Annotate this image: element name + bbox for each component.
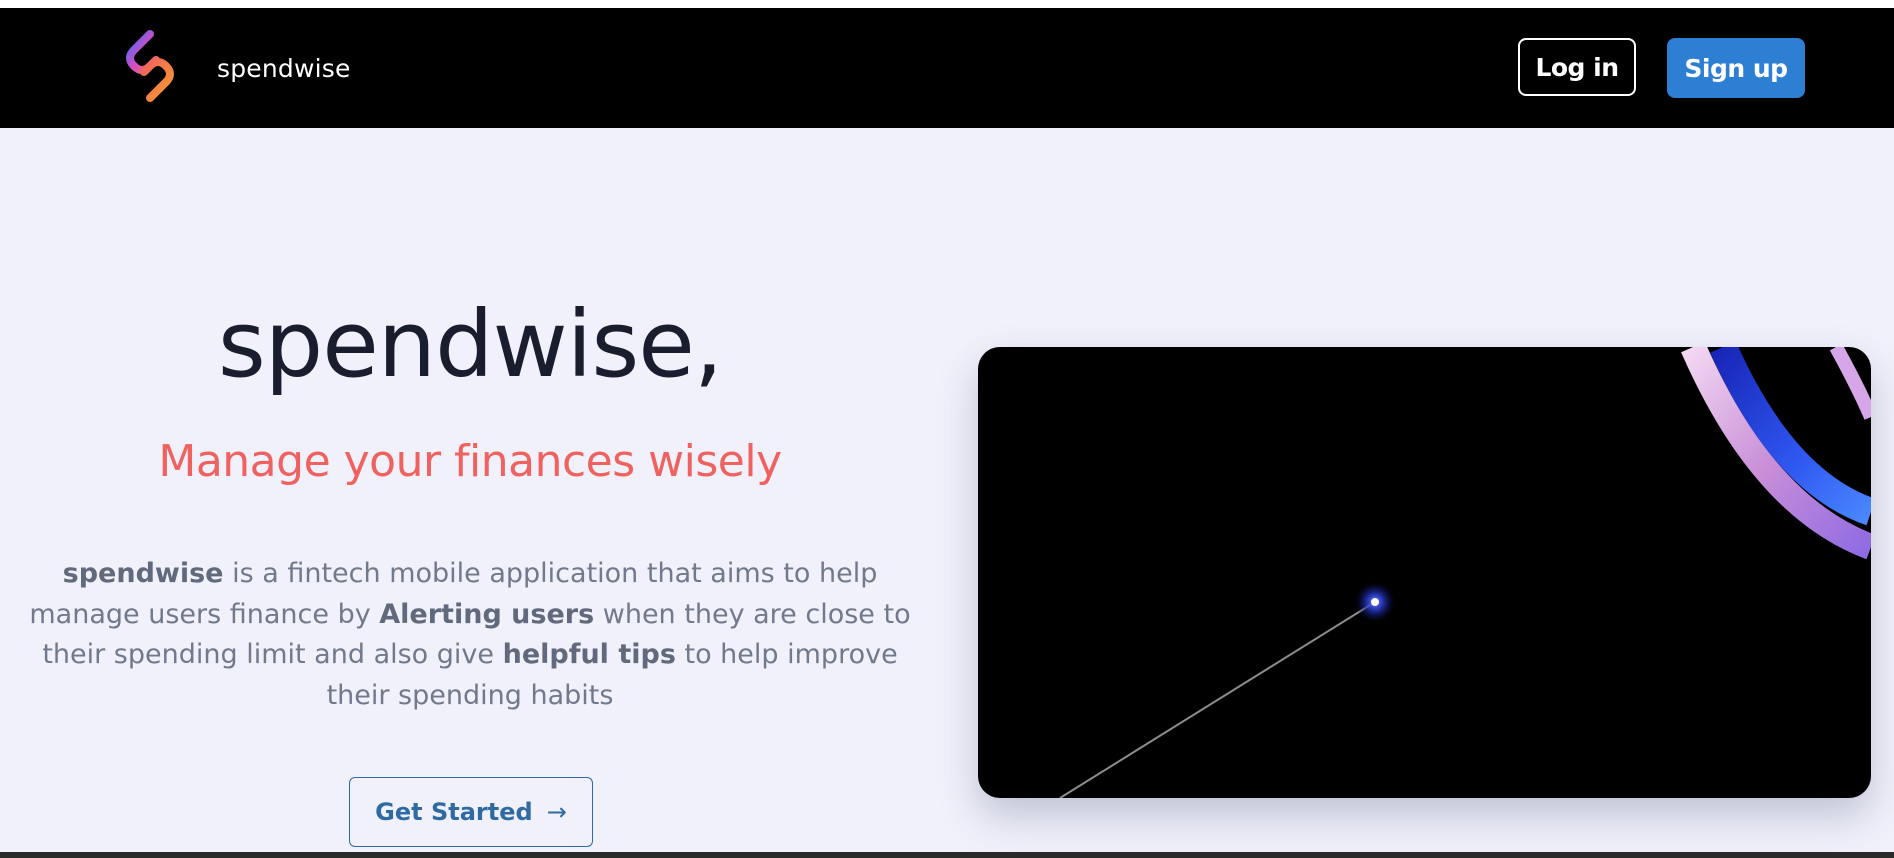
- login-button[interactable]: Log in: [1518, 38, 1636, 96]
- navbar: spendwise Log in Sign up: [0, 8, 1894, 128]
- get-started-label: Get Started: [375, 798, 533, 826]
- spendwise-logo-icon[interactable]: [120, 30, 180, 110]
- bottom-edge: [0, 852, 1894, 858]
- hero-subtitle: Manage your finances wisely: [158, 436, 782, 487]
- brand-name[interactable]: spendwise: [217, 54, 351, 83]
- get-started-button[interactable]: Get Started →: [349, 777, 593, 847]
- hero-animation-graphic: [1059, 347, 1871, 798]
- hero-title: spendwise,: [217, 291, 723, 398]
- signup-button[interactable]: Sign up: [1667, 38, 1805, 98]
- arrow-right-icon: →: [546, 798, 567, 826]
- hero-animation-card: [978, 347, 1871, 798]
- hero-description: spendwise is a fintech mobile applicatio…: [20, 554, 920, 716]
- desc-bold-tips: helpful tips: [502, 639, 676, 670]
- desc-bold-alerting: Alerting users: [379, 598, 595, 630]
- desc-bold-brand: spendwise: [62, 558, 224, 589]
